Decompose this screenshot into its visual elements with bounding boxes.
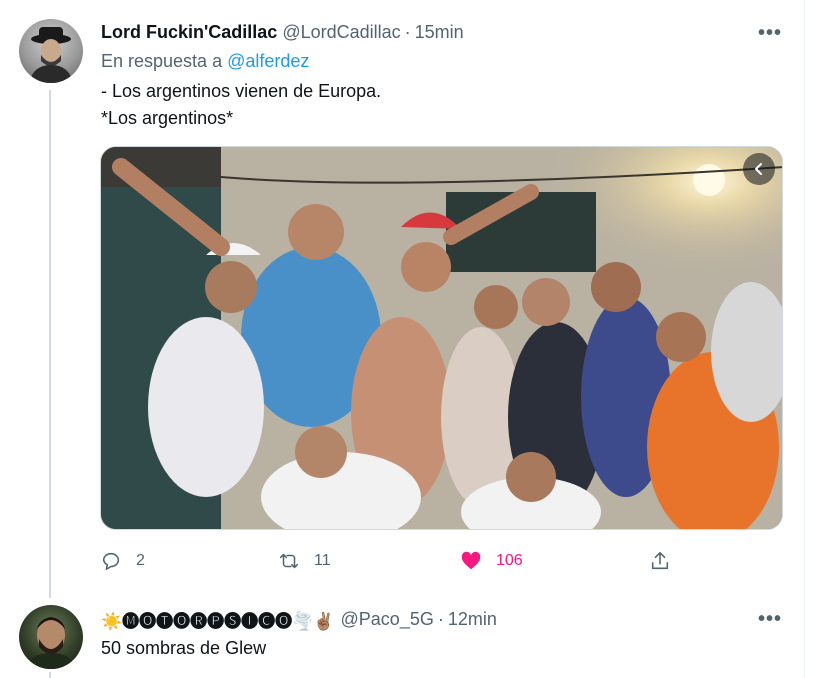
tweet-text-line: - Los argentinos vienen de Europa. [101,81,382,101]
more-options-button[interactable]: ••• [756,21,784,45]
timestamp[interactable]: 15min [415,22,464,43]
thread-connector-line [49,672,51,678]
thread-connector-line [49,90,51,598]
separator-dot: · [404,21,411,42]
timestamp[interactable]: 12min [448,609,497,630]
separator-dot: · [437,608,444,629]
reply-button[interactable]: 2 [100,545,145,577]
display-name[interactable]: ☀️🅜🅞🅣🅞🅡🅟🅢🅘🅒🅞🌪️✌🏽 [101,607,335,632]
like-count: 106 [496,552,523,569]
tweet-text: 50 sombras de Glew [101,638,267,658]
reply-context: En respuesta a @alferdez [101,51,309,72]
share-button[interactable] [649,545,685,577]
heart-icon [461,551,481,570]
user-handle[interactable]: @LordCadillac [282,22,400,43]
tweet-header: ☀️🅜🅞🅣🅞🅡🅟🅢🅘🅒🅞🌪️✌🏽 @Paco_5G · 12min [101,607,497,632]
tweet-photo[interactable] [100,146,783,530]
retweet-icon [279,553,299,569]
tweet-text: - Los argentinos vienen de Europa. *Los … [101,78,381,132]
chevron-left-icon [755,163,762,175]
photo-image [101,147,782,529]
tweet-header: Lord Fuckin'Cadillac @LordCadillac · 15m… [101,20,464,44]
avatar-image [29,27,73,83]
user-handle[interactable]: @Paco_5G [341,609,434,630]
avatar[interactable] [19,605,83,669]
more-horizontal-icon: ••• [757,21,782,44]
tweet-actions: 2 11 106 [100,545,690,577]
reply-icon [102,552,120,571]
retweet-button[interactable]: 11 [278,545,331,577]
like-button[interactable]: 106 [460,545,523,577]
share-icon [651,551,669,570]
reply-count: 2 [136,552,145,569]
tweet-text-line: *Los argentinos* [101,108,234,128]
timeline-border [804,0,805,678]
reply-to-link[interactable]: @alferdez [227,51,309,71]
previous-photo-button[interactable] [743,153,775,185]
more-horizontal-icon: ••• [757,607,782,630]
display-name[interactable]: Lord Fuckin'Cadillac [101,22,277,43]
avatar[interactable] [19,19,83,83]
more-options-button[interactable]: ••• [756,607,784,631]
reply-prefix: En respuesta a [101,51,223,71]
avatar-image [25,617,77,669]
retweet-count: 11 [314,552,331,569]
